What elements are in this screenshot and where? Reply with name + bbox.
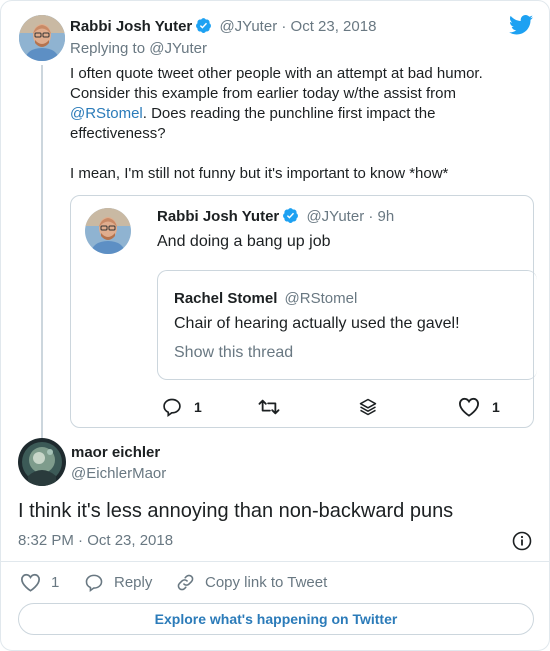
- thread-connector: [41, 65, 43, 439]
- author-handle[interactable]: @RStomel: [285, 290, 358, 307]
- divider: [1, 561, 550, 562]
- tweet-timestamp[interactable]: 8:32 PM · Oct 23, 2018: [18, 532, 173, 549]
- quoted-tweet-header: Rabbi Josh Yuter @JYuter · 9h: [157, 207, 394, 225]
- show-thread-link[interactable]: Show this thread: [174, 344, 293, 362]
- reply-icon: [162, 397, 182, 417]
- replying-to: Replying to @JYuter: [70, 40, 207, 57]
- heart-icon: [20, 573, 41, 592]
- author-name[interactable]: Rachel Stomel: [174, 290, 277, 307]
- author-name[interactable]: maor eichler: [71, 444, 160, 461]
- author-name[interactable]: Rabbi Josh Yuter: [157, 208, 279, 225]
- info-icon[interactable]: [512, 531, 532, 556]
- copy-link-label: Copy link to Tweet: [205, 574, 328, 591]
- text-line: . Does reading the punchline first impac…: [142, 105, 436, 122]
- parent-tweet-text: I often quote tweet other people with an…: [70, 64, 530, 184]
- avatar[interactable]: [19, 15, 65, 61]
- reply-label: Reply: [114, 574, 153, 591]
- like-count: 1: [492, 399, 500, 415]
- quoted-tweet[interactable]: Rabbi Josh Yuter @JYuter · 9h And doing …: [70, 195, 537, 428]
- text-line: Consider this example from earlier today…: [70, 85, 456, 102]
- text-line: I mean, I'm still not funny but it's imp…: [70, 165, 449, 182]
- nested-tweet-text: Chair of hearing actually used the gavel…: [174, 315, 460, 332]
- verified-icon: [282, 207, 299, 224]
- nested-tweet-header: Rachel Stomel @RStomel: [174, 290, 357, 307]
- stack-icon[interactable]: [358, 397, 378, 422]
- reply-button[interactable]: Reply: [84, 573, 152, 592]
- heart-icon: [458, 397, 480, 417]
- retweet-icon[interactable]: [258, 397, 280, 422]
- quoted-tweet-text: And doing a bang up job: [157, 233, 331, 250]
- reply-icon: [84, 573, 104, 592]
- like-count: 1: [51, 574, 60, 591]
- replying-to-label: Replying to: [70, 40, 150, 57]
- twitter-bird-icon[interactable]: [509, 15, 533, 40]
- author-handle[interactable]: @JYuter: [306, 208, 364, 225]
- reply-action[interactable]: 1: [162, 397, 202, 417]
- copy-link-button[interactable]: Copy link to Tweet: [176, 573, 327, 592]
- like-action[interactable]: 1: [20, 573, 59, 592]
- tweet-date[interactable]: · Oct 23, 2018: [281, 18, 376, 35]
- like-action[interactable]: 1: [458, 397, 500, 417]
- parent-tweet-header: Rabbi Josh Yuter @JYuter · Oct 23, 2018: [70, 17, 376, 35]
- text-line: I often quote tweet other people with an…: [70, 65, 483, 82]
- author-handle[interactable]: @JYuter: [219, 18, 277, 35]
- explore-button[interactable]: Explore what's happening on Twitter: [18, 603, 534, 635]
- avatar[interactable]: [18, 438, 66, 486]
- verified-icon: [195, 17, 212, 34]
- mention-link[interactable]: @RStomel: [70, 105, 143, 122]
- tweet-embed-card: Rabbi Josh Yuter @JYuter · Oct 23, 2018 …: [0, 0, 550, 651]
- replying-to-handle[interactable]: @JYuter: [149, 40, 207, 57]
- tweet-time[interactable]: · 9h: [368, 208, 394, 225]
- nested-quoted-tweet[interactable]: Rachel Stomel @RStomel Chair of hearing …: [157, 270, 537, 380]
- avatar[interactable]: [85, 208, 131, 254]
- reply-count: 1: [194, 399, 202, 415]
- text-line: effectiveness?: [70, 125, 166, 142]
- author-name[interactable]: Rabbi Josh Yuter: [70, 18, 192, 35]
- author-handle[interactable]: @EichlerMaor: [71, 465, 166, 482]
- link-icon: [176, 573, 195, 592]
- main-tweet-text: I think it's less annoying than non-back…: [18, 500, 454, 522]
